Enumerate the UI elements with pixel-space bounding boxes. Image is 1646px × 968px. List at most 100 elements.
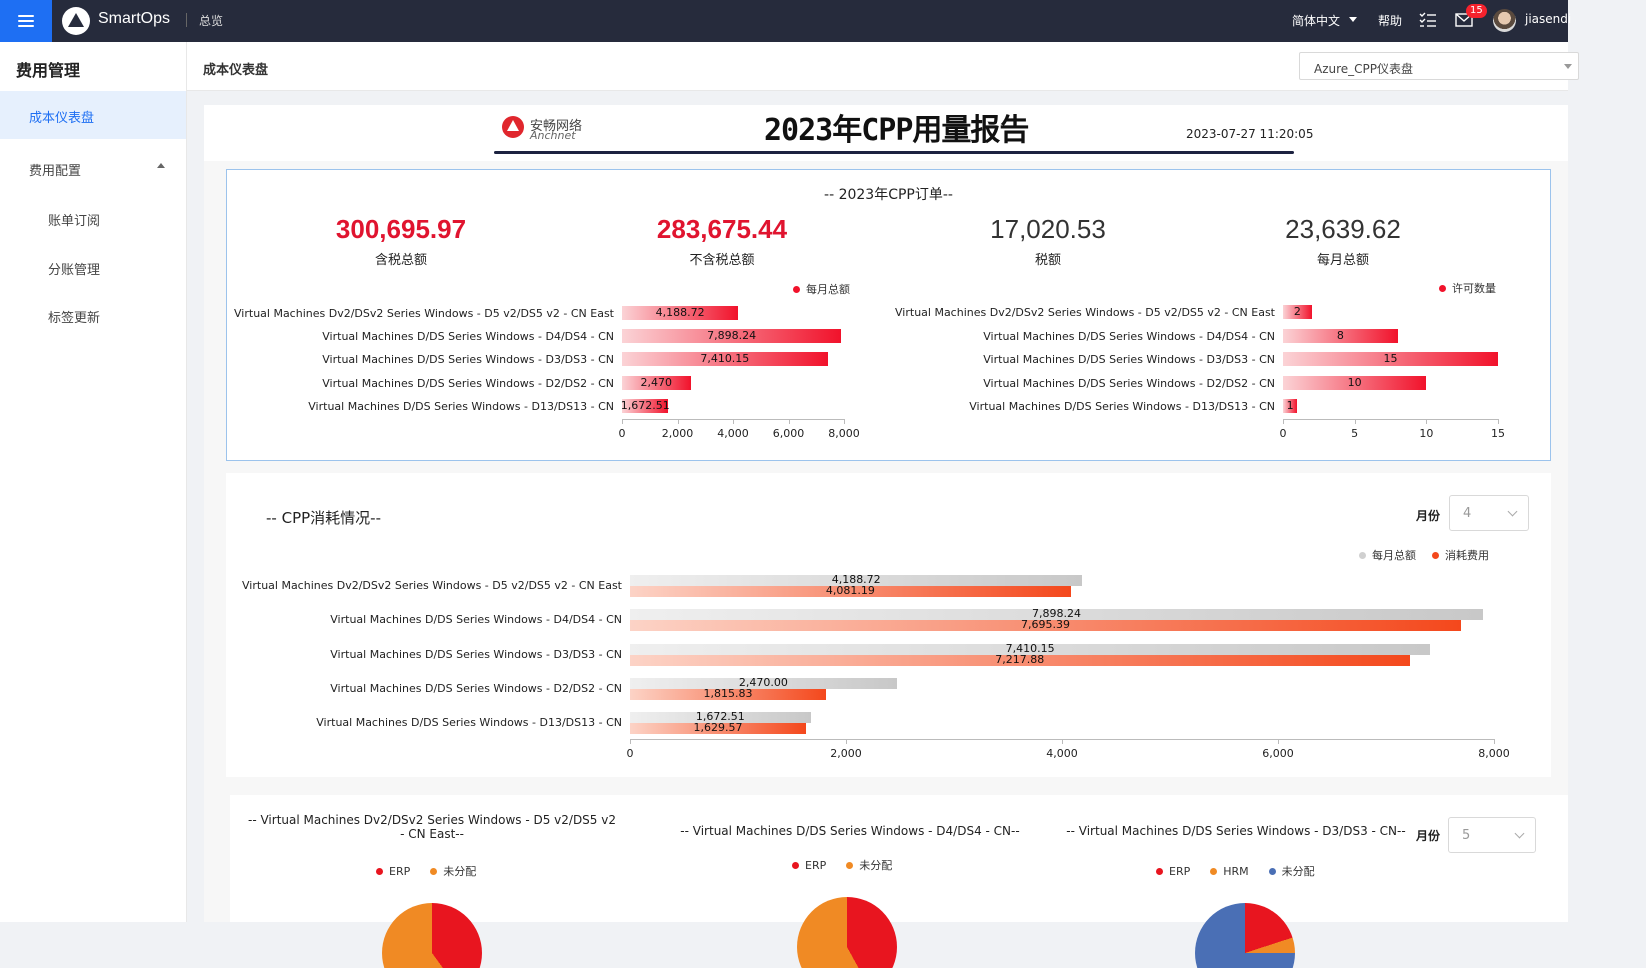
month-select-value: 4 [1463, 506, 1472, 521]
category-label: Virtual Machines D/DS Series Windows - D… [322, 353, 614, 367]
report-timestamp: 2023-07-27 11:20:05 [1186, 127, 1314, 141]
kpi-label: 含税总额 [374, 253, 427, 268]
x-tick [630, 739, 631, 744]
sidebar-item-split-billing[interactable]: 分账管理 [0, 242, 186, 290]
sidebar-item-cost-dashboard[interactable]: 成本仪表盘 [0, 91, 186, 139]
bar-value-label: 1,815.83 [703, 686, 753, 700]
legend-label: 未分配 [443, 865, 477, 878]
x-tick [622, 419, 623, 424]
bar-value-label: 10 [1347, 375, 1362, 389]
dashboard-select-value: Azure_CPP仪表盘 [1314, 62, 1414, 76]
username[interactable]: jiasendi [1525, 12, 1571, 26]
sidebar-item-label: 账单订阅 [48, 214, 101, 229]
x-tick [1494, 739, 1495, 744]
category-label: Virtual Machines Dv2/DSv2 Series Windows… [234, 307, 614, 320]
pie-chart-d4 [797, 897, 897, 968]
pie-title-d4: -- Virtual Machines D/DS Series Windows … [680, 824, 1020, 838]
pie-title-d5v2: -- Virtual Machines Dv2/DSv2 Series Wind… [248, 813, 616, 841]
legend-dot [430, 867, 438, 875]
kpi-label: 每月总额 [1316, 253, 1369, 268]
menu-toggle-button[interactable] [0, 0, 52, 42]
sidebar-item-label: 分账管理 [48, 263, 101, 278]
task-list-icon[interactable] [1419, 12, 1437, 28]
page-header: 成本仪表盘 Azure_CPP仪表盘 [187, 42, 1579, 91]
legend-dot [376, 867, 383, 875]
x-tick-label: 2,000 [661, 427, 694, 440]
help-link[interactable]: 帮助 [1378, 12, 1402, 29]
category-label: Virtual Machines D/DS Series Windows - D… [983, 329, 1275, 343]
legend-dot [1210, 867, 1218, 875]
category-label: Virtual Machines D/DS Series Windows - D… [969, 400, 1275, 413]
kpi-value: 23,639.62 [1285, 214, 1401, 244]
legend-label: 未分配 [859, 859, 893, 872]
chart-legend: 每月总额 [793, 281, 850, 297]
x-tick-label: 0 [618, 427, 626, 440]
kpi-value: 17,020.53 [990, 214, 1106, 244]
caret-down-icon[interactable] [1349, 17, 1357, 22]
kpi-value: 283,675.44 [656, 214, 788, 244]
kpi-label: 不含税总额 [689, 253, 755, 268]
category-label: Virtual Machines D/DS Series Windows - D… [308, 399, 614, 413]
legend-label: 每月总额 [806, 283, 850, 296]
month-select[interactable]: 5 [1448, 817, 1536, 853]
breadcrumb-overview[interactable]: 总览 [199, 12, 223, 29]
report-header: 安畅网络 Anchnet 2023年CPP用量报告 2023-07-27 11:… [204, 105, 1568, 161]
bar-value-label: 15 [1383, 352, 1398, 365]
orders-title: -- 2023年CPP订单-- [824, 187, 953, 203]
kpi-tax-inclusive: 300,695.97 含税总额 [281, 214, 521, 268]
pie-legend: ERP 未分配 [376, 863, 476, 879]
x-tick [788, 419, 790, 424]
bar-value-label: 4,188.72 [655, 306, 705, 319]
x-axis [1283, 419, 1498, 420]
category-label: Virtual Machines D/DS Series Windows - D… [330, 681, 622, 695]
pie-legend: ERP 未分配 [792, 857, 892, 873]
top-bar: SmartOps 总览 简体中文 帮助 15 jiasendi [0, 0, 1571, 42]
kpi-tax-amount: 17,020.53 税额 [928, 214, 1168, 268]
chart-legend: 许可数量 [1439, 280, 1496, 296]
title-underline [494, 151, 1294, 154]
x-tick-label: 6,000 [772, 427, 805, 440]
breadcrumb-divider [186, 13, 187, 27]
sidebar-item-tag-update[interactable]: 标签更新 [0, 290, 186, 338]
month-select[interactable]: 4 [1449, 495, 1529, 531]
sidebar-item-cost-config[interactable]: 费用配置 [0, 143, 186, 191]
bar-value-label: 7,410.15 [700, 352, 750, 366]
x-tick [1062, 739, 1063, 744]
x-tick-label: 8,000 [828, 427, 860, 440]
bar-value-label: 7,695.39 [1021, 618, 1071, 632]
chart-legend: 每月总额 消耗费用 [1359, 547, 1489, 563]
report-title: 2023年CPP用量报告 [764, 113, 1029, 148]
bar-value-label: 2 [1293, 305, 1301, 318]
legend-dot-0 [793, 285, 800, 293]
report-content: 安畅网络 Anchnet 2023年CPP用量报告 2023-07-27 11:… [204, 105, 1568, 968]
user-avatar[interactable] [1493, 9, 1516, 32]
sidebar-item-label: 费用配置 [29, 164, 82, 179]
pie-chart-d5v2 [382, 903, 482, 968]
chevron-up-icon [157, 163, 165, 168]
bar-value-label: 1,672.51 [620, 398, 670, 412]
x-tick-label: 2,000 [830, 747, 862, 760]
bar-value-label: 8 [1336, 328, 1344, 342]
x-tick-label: 4,000 [717, 427, 749, 440]
x-tick [844, 419, 845, 424]
language-selector[interactable]: 简体中文 [1292, 12, 1340, 29]
allocation-panel: -- Virtual Machines Dv2/DSv2 Series Wind… [230, 795, 1568, 968]
legend-label: 未分配 [1281, 865, 1315, 878]
category-label: Virtual Machines D/DS Series Windows - D… [322, 330, 614, 344]
legend-label: 每月总额 [1372, 549, 1416, 562]
category-label: Virtual Machines D/DS Series Windows - D… [983, 353, 1275, 366]
bar-value-label: 2,470 [640, 375, 673, 389]
x-tick [1283, 419, 1284, 424]
x-tick-label: 4,000 [1046, 747, 1078, 760]
pie-chart-d3 [1195, 903, 1295, 968]
dashboard-select[interactable]: Azure_CPP仪表盘 [1299, 52, 1579, 80]
sidebar-item-bill-subscription[interactable]: 账单订阅 [0, 193, 186, 241]
x-tick [1426, 419, 1428, 424]
pie-legend: ERP HRM 未分配 [1156, 863, 1315, 879]
x-tick [1354, 419, 1356, 424]
legend-label: 消耗费用 [1445, 549, 1489, 562]
company-name-en: Anchnet [530, 129, 576, 142]
legend-dot [1268, 867, 1276, 875]
orders-panel: -- 2023年CPP订单-- 300,695.97 含税总额 283,675.… [226, 169, 1551, 461]
legend-dot-1 [1432, 551, 1439, 559]
